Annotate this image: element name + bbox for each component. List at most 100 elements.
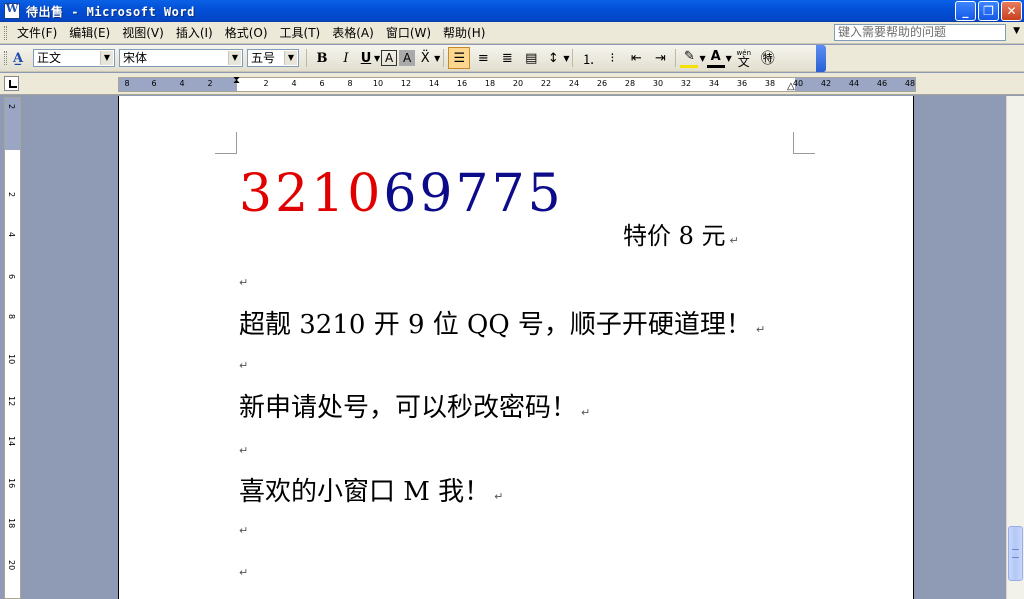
highlighter-icon: ✎ bbox=[684, 49, 695, 64]
menu-file[interactable]: 文件(F) bbox=[11, 23, 63, 43]
highlight-button[interactable]: ✎ bbox=[680, 48, 699, 68]
char-shading-button[interactable]: A bbox=[399, 50, 416, 66]
document-page[interactable]: 321069775 特价 8 元 ↵ ↵ 超靓 3210 开 9 位 QQ 号，顺… bbox=[118, 96, 914, 599]
help-search-placeholder: 键入需要帮助的问题 bbox=[838, 25, 947, 39]
scrollbar-thumb[interactable] bbox=[1008, 526, 1023, 581]
char-scale-dropdown-icon[interactable]: ▼ bbox=[434, 54, 440, 63]
bullets-button[interactable]: ⁝ bbox=[601, 47, 623, 69]
vertical-scrollbar[interactable] bbox=[1006, 96, 1024, 599]
vertical-ruler[interactable]: 2 2 4 6 8 10 12 14 16 18 20 bbox=[4, 97, 21, 599]
ruler-tick-label: 20 bbox=[512, 79, 524, 88]
menu-bar: 文件(F) 编辑(E) 视图(V) 插入(I) 格式(O) 工具(T) 表格(A… bbox=[0, 22, 1024, 44]
ruler-tick-label: 8 bbox=[7, 314, 16, 320]
ruler-tick-label: 28 bbox=[624, 79, 636, 88]
underline-button[interactable]: U bbox=[359, 47, 373, 69]
minimize-button[interactable]: _ bbox=[955, 1, 976, 21]
first-line-indent-marker[interactable]: ⧗ bbox=[233, 75, 240, 86]
increase-indent-icon: ⇥ bbox=[655, 50, 666, 66]
ruler-tick-label: 10 bbox=[7, 354, 16, 365]
toolbar-empty-area bbox=[826, 45, 1024, 72]
font-size-select[interactable]: 五号 ▼ bbox=[247, 49, 299, 67]
font-color-button[interactable]: A bbox=[706, 48, 725, 68]
decrease-indent-button[interactable]: ⇤ bbox=[625, 47, 647, 69]
doc-line-3-text: 喜欢的小窗口 M 我！ bbox=[239, 477, 491, 507]
increase-indent-button[interactable]: ⇥ bbox=[649, 47, 671, 69]
doc-line-1: 超靓 3210 开 9 位 QQ 号，顺子开硬道理！ ↵ bbox=[239, 304, 765, 341]
doc-line-1-text: 超靓 3210 开 9 位 QQ 号，顺子开硬道理！ bbox=[239, 310, 752, 340]
menu-window[interactable]: 窗口(W) bbox=[380, 23, 437, 43]
ruler-tick-label: 42 bbox=[820, 79, 832, 88]
align-center-button[interactable]: ≡ bbox=[472, 47, 494, 69]
align-right-button[interactable]: ≣ bbox=[496, 47, 518, 69]
doc-line-2-text: 新申请处号，可以秒改密码！ bbox=[239, 393, 578, 423]
chevron-down-icon[interactable]: ▼ bbox=[228, 51, 241, 65]
restore-icon: ❐ bbox=[983, 4, 994, 18]
word-window: 待出售 - Microsoft Word _ ❐ ✕ 文件(F) 编辑(E) 视… bbox=[0, 0, 1024, 599]
menu-table[interactable]: 表格(A) bbox=[326, 23, 380, 43]
paragraph-mark: ↵ bbox=[494, 490, 504, 503]
doc-line-2: 新申请处号，可以秒改密码！ ↵ bbox=[239, 387, 590, 424]
ruler-tick-label: 18 bbox=[7, 518, 16, 529]
highlight-dropdown-icon[interactable]: ▼ bbox=[699, 54, 705, 63]
ruler-tick-label: 30 bbox=[652, 79, 664, 88]
ruler-tick-label: 32 bbox=[680, 79, 692, 88]
menu-edit[interactable]: 编辑(E) bbox=[63, 23, 116, 43]
line-spacing-dropdown-icon[interactable]: ▼ bbox=[563, 54, 569, 63]
char-border-button[interactable]: A bbox=[381, 50, 398, 66]
right-indent-marker[interactable]: △ bbox=[787, 81, 795, 92]
restore-button[interactable]: ❐ bbox=[978, 1, 999, 21]
underline-dropdown-icon[interactable]: ▼ bbox=[374, 54, 380, 63]
word-app-icon[interactable] bbox=[4, 2, 20, 19]
ruler-tick-label: 2 bbox=[7, 192, 16, 198]
menu-tools[interactable]: 工具(T) bbox=[274, 23, 327, 43]
ruler-bar: 8 6 4 2 2 4 6 8 10 12 14 16 18 20 22 24 26 28 30 32 34 36 38 40… bbox=[0, 73, 1024, 95]
menu-view[interactable]: 视图(V) bbox=[116, 23, 170, 43]
distributed-align-button[interactable]: ▤ bbox=[520, 47, 542, 69]
toolbar-options-button[interactable] bbox=[816, 45, 826, 72]
line-spacing-button[interactable]: ↕ bbox=[544, 47, 562, 69]
ruler-tick-label: 4 bbox=[291, 79, 297, 88]
help-search-input[interactable]: 键入需要帮助的问题 bbox=[834, 24, 1006, 41]
menu-insert[interactable]: 插入(I) bbox=[170, 23, 219, 43]
close-button[interactable]: ✕ bbox=[1001, 1, 1022, 21]
align-justify-button[interactable]: ☰ bbox=[448, 47, 471, 69]
chevron-down-icon[interactable]: ▼ bbox=[284, 51, 297, 65]
char-scale-icon[interactable]: Ẍ bbox=[417, 47, 433, 69]
ruler-tick-label: 12 bbox=[7, 396, 16, 407]
menu-help[interactable]: 帮助(H) bbox=[437, 23, 491, 43]
horizontal-ruler[interactable]: 8 6 4 2 2 4 6 8 10 12 14 16 18 20 22 24 26 28 30 32 34 36 38 40… bbox=[118, 75, 916, 92]
bold-button[interactable]: B bbox=[311, 47, 333, 69]
close-icon: ✕ bbox=[1006, 4, 1017, 18]
ruler-tick-label: 24 bbox=[568, 79, 580, 88]
ruler-tick-label: 6 bbox=[319, 79, 325, 88]
chevron-down-icon[interactable]: ▼ bbox=[100, 51, 113, 65]
ruler-tick-label: 16 bbox=[456, 79, 468, 88]
menu-grip-handle[interactable] bbox=[4, 25, 7, 40]
menu-format[interactable]: 格式(O) bbox=[219, 23, 274, 43]
font-color-dropdown-icon[interactable]: ▼ bbox=[726, 54, 732, 63]
italic-button[interactable]: I bbox=[335, 47, 357, 69]
paragraph-mark: ↵ bbox=[239, 359, 249, 372]
numbered-list-icon: ⒈ bbox=[581, 52, 595, 68]
toolbar-grip-handle[interactable] bbox=[4, 51, 7, 65]
numbering-button[interactable]: ⒈ bbox=[577, 47, 599, 69]
enclose-characters-button[interactable]: ㊕ bbox=[757, 47, 779, 69]
align-right-icon: ≣ bbox=[501, 50, 513, 66]
tab-selector-button[interactable] bbox=[4, 76, 19, 91]
help-dropdown-icon[interactable]: ▼ bbox=[1013, 26, 1020, 36]
ruler-tick-label: 6 bbox=[151, 79, 157, 88]
ruler-tick-label: 22 bbox=[540, 79, 552, 88]
ruler-tick-label: 20 bbox=[7, 560, 16, 571]
ruler-tick-label: 8 bbox=[347, 79, 353, 88]
styles-icon[interactable]: A̲ bbox=[13, 51, 33, 66]
qq-number-red-digits: 3210 bbox=[239, 164, 384, 224]
paragraph-mark: ↵ bbox=[729, 234, 739, 247]
style-select[interactable]: 正文 ▼ bbox=[33, 49, 115, 67]
font-select[interactable]: 宋体 ▼ bbox=[119, 49, 243, 67]
phonetic-guide-button[interactable]: wén 文 bbox=[733, 47, 755, 69]
toolbar-separator bbox=[443, 49, 445, 67]
font-value: 宋体 bbox=[123, 51, 148, 65]
ruler-tick-label: 14 bbox=[7, 436, 16, 447]
ruler-tick-label: 4 bbox=[179, 79, 185, 88]
ruler-tick-label: 8 bbox=[124, 79, 130, 88]
